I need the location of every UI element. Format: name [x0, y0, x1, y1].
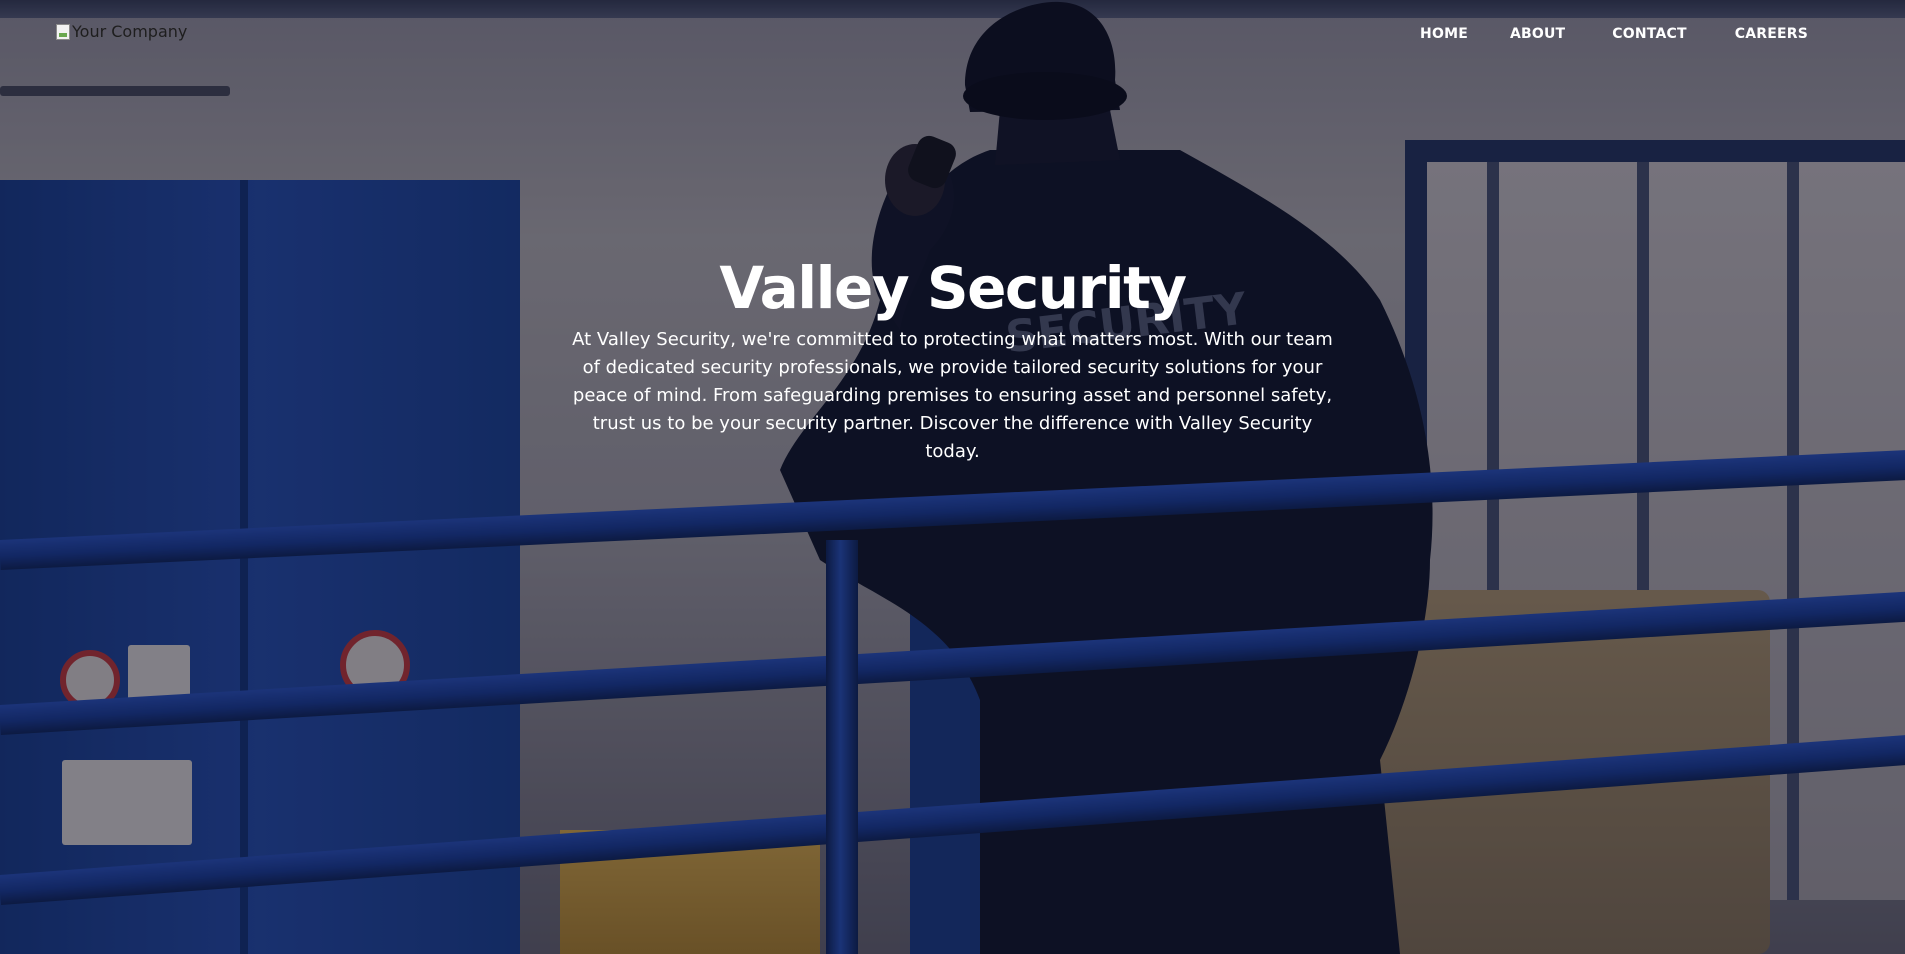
hero-title: Valley Security — [719, 254, 1187, 322]
hero-background-image: SECURITY — [0, 0, 1905, 954]
main-nav: HOME ABOUT CONTACT CAREERS — [1420, 26, 1808, 42]
nav-contact[interactable]: CONTACT — [1612, 26, 1686, 42]
nav-home[interactable]: HOME — [1420, 26, 1468, 42]
nav-careers[interactable]: CAREERS — [1735, 26, 1808, 42]
hero-section: Valley Security At Valley Security, we'r… — [0, 255, 1905, 466]
dark-overlay — [0, 0, 1905, 954]
broken-image-icon — [56, 23, 70, 40]
nav-about[interactable]: ABOUT — [1510, 26, 1565, 42]
logo-alt-text: Your Company — [72, 22, 188, 41]
hero-description: At Valley Security, we're committed to p… — [572, 328, 1333, 462]
company-logo[interactable]: Your Company — [56, 22, 187, 41]
